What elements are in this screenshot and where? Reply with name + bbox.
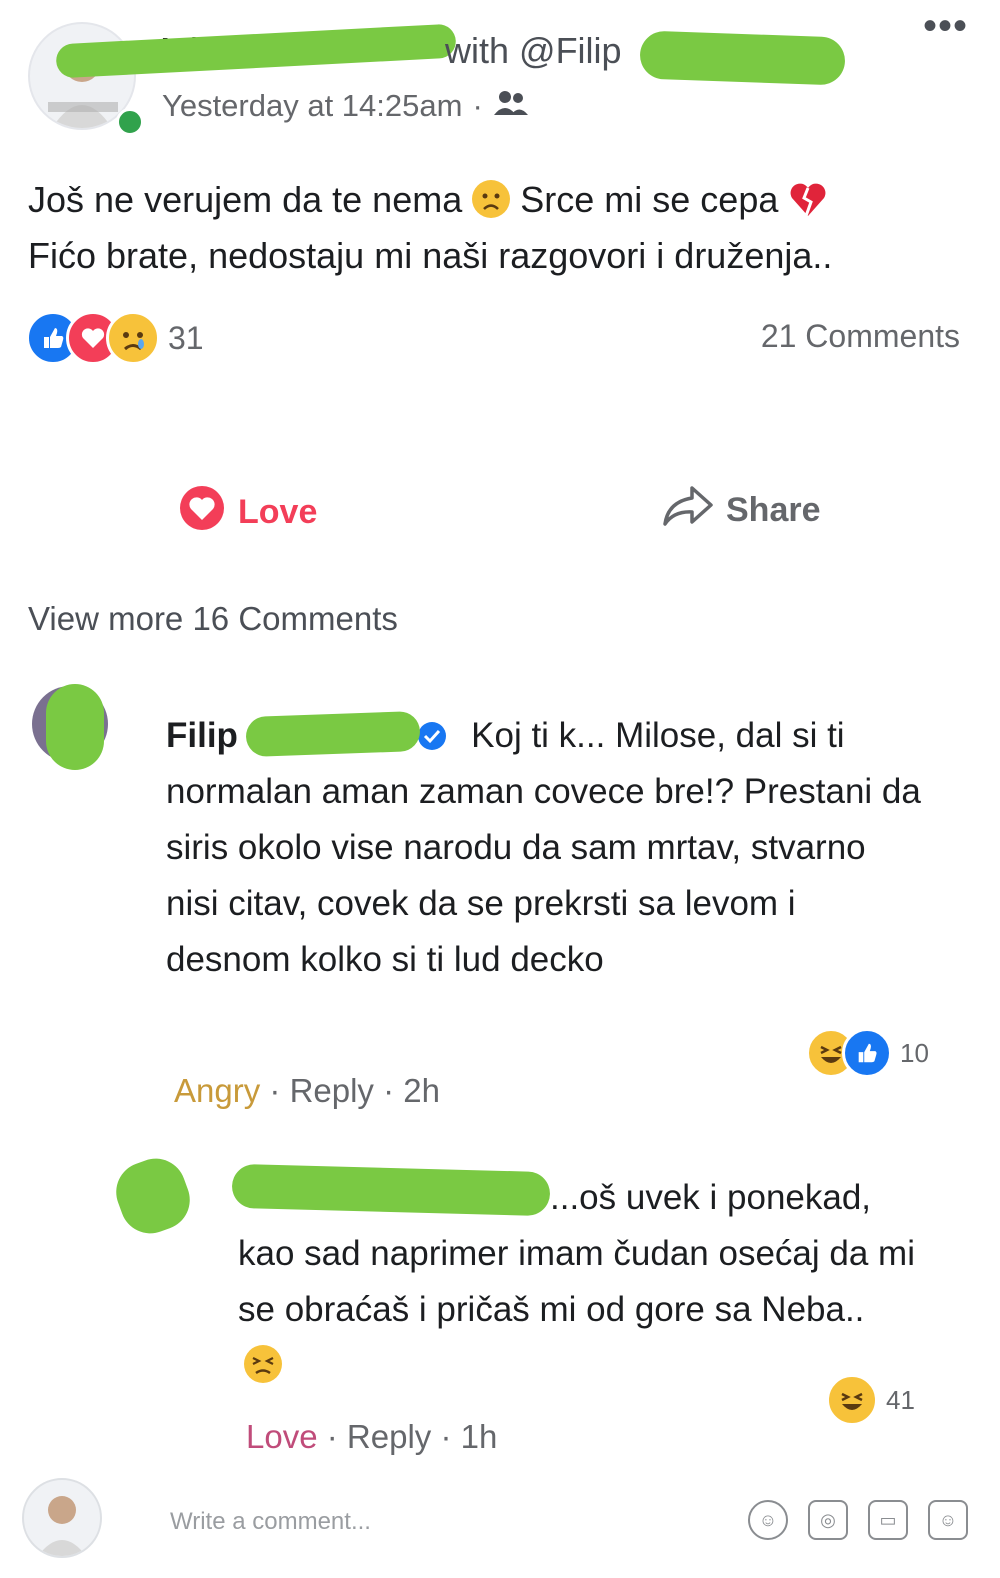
sad-face-emoji-icon xyxy=(472,180,511,218)
comments-count[interactable]: 21 Comments xyxy=(761,318,960,355)
reaction-label[interactable]: Angry xyxy=(174,1072,260,1109)
emoji-icon[interactable]: ☺ xyxy=(748,1500,788,1540)
post-body: Još ne verujem da te nema Srce mi se cep… xyxy=(28,172,958,284)
more-options-icon[interactable]: ••• xyxy=(923,4,968,49)
friends-icon xyxy=(493,88,529,124)
share-button[interactable]: Share xyxy=(662,484,821,537)
share-button-label: Share xyxy=(726,491,821,529)
reaction-label[interactable]: Love xyxy=(246,1418,318,1455)
post-text-line1b: Srce mi se cepa xyxy=(520,179,779,220)
write-comment-input[interactable] xyxy=(170,1500,690,1544)
sad-reaction-icon xyxy=(106,311,160,365)
gif-icon[interactable]: ▭ xyxy=(868,1500,908,1540)
reply-actions: Love · Reply · 1h xyxy=(246,1418,498,1455)
meta-separator: · xyxy=(472,88,483,123)
comment-reactions[interactable]: 10 xyxy=(806,1028,929,1078)
reply-reaction-count: 41 xyxy=(886,1384,915,1415)
love-button[interactable]: Love xyxy=(178,484,317,541)
composer-icons: ☺ ◎ ▭ ☺ xyxy=(748,1500,968,1540)
comment-time: 1h xyxy=(460,1418,498,1455)
comment-actions: Angry · Reply · 2h xyxy=(174,1072,440,1109)
commenter-avatar[interactable] xyxy=(120,1156,190,1236)
love-button-label: Love xyxy=(238,493,318,531)
tagged-user[interactable]: with @Filip xyxy=(445,30,622,72)
redaction-scribble xyxy=(245,710,421,758)
post-meta: Yesterday at 14:25am · xyxy=(162,88,529,124)
redaction-scribble xyxy=(231,1163,551,1217)
reply-link[interactable]: Reply xyxy=(290,1072,374,1109)
post-timestamp[interactable]: Yesterday at 14:25am xyxy=(162,88,462,124)
reply-reactions[interactable]: 41 xyxy=(826,1374,915,1426)
post-text-line2: Fićo brate, nedostaju mi naši razgovori … xyxy=(28,235,833,276)
persevering-face-emoji-icon xyxy=(244,1345,282,1383)
share-arrow-icon xyxy=(662,484,714,537)
post-text-line1a: Još ne verujem da te nema xyxy=(28,179,463,220)
post-reactions-summary[interactable]: 31 xyxy=(26,310,204,366)
comment-time: 2h xyxy=(403,1072,440,1109)
commenter-name[interactable]: Filip xyxy=(166,716,238,755)
like-reaction-icon xyxy=(842,1028,892,1078)
comment-reaction-count: 10 xyxy=(900,1037,929,1068)
reply-link[interactable]: Reply xyxy=(347,1418,431,1455)
view-more-comments-link[interactable]: View more 16 Comments xyxy=(28,600,398,638)
sticker-icon[interactable]: ☺ xyxy=(928,1500,968,1540)
love-icon xyxy=(178,484,226,541)
online-status-dot xyxy=(116,108,144,136)
laugh-reaction-icon xyxy=(826,1374,878,1426)
broken-heart-emoji-icon xyxy=(788,180,826,218)
camera-icon[interactable]: ◎ xyxy=(808,1500,848,1540)
redaction-scribble xyxy=(639,30,846,86)
my-avatar[interactable] xyxy=(22,1478,102,1558)
verified-badge-icon xyxy=(417,712,447,750)
reaction-count[interactable]: 31 xyxy=(168,320,204,357)
redaction-scribble xyxy=(46,684,104,770)
